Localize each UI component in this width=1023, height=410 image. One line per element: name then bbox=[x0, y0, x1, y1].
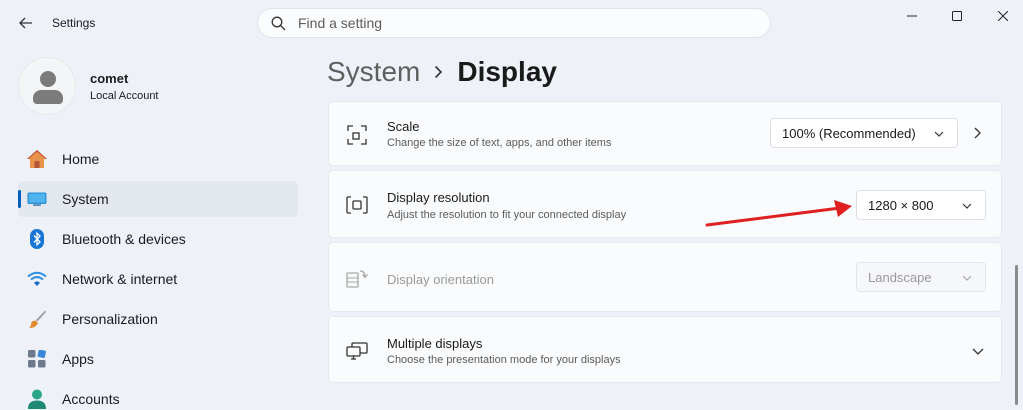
user-profile[interactable]: comet Local Account bbox=[18, 56, 159, 116]
orientation-dropdown: Landscape bbox=[856, 262, 986, 292]
chevron-right-icon[interactable] bbox=[970, 126, 984, 140]
scale-title: Scale bbox=[387, 119, 420, 134]
bluetooth-icon bbox=[26, 228, 48, 250]
wifi-icon bbox=[26, 268, 48, 290]
scrollbar[interactable] bbox=[1015, 265, 1018, 405]
scale-description: Change the size of text, apps, and other… bbox=[387, 137, 612, 149]
breadcrumb-parent[interactable]: System bbox=[327, 56, 420, 88]
breadcrumb: System Display bbox=[327, 56, 557, 88]
maximize-button[interactable] bbox=[934, 0, 980, 32]
multiple-displays-icon bbox=[345, 339, 369, 363]
sidebar-item-home[interactable]: Home bbox=[18, 141, 298, 177]
sidebar-item-label: System bbox=[62, 191, 109, 207]
resolution-value: 1280 × 800 bbox=[868, 197, 934, 213]
brush-icon bbox=[26, 308, 48, 330]
multiple-displays-description: Choose the presentation mode for your di… bbox=[387, 354, 621, 366]
orientation-card: Display orientation Landscape bbox=[328, 242, 1002, 312]
sidebar-item-label: Accounts bbox=[62, 391, 120, 407]
scale-value: 100% (Recommended) bbox=[782, 125, 916, 141]
sidebar-item-label: Home bbox=[62, 151, 100, 167]
orientation-icon bbox=[345, 266, 369, 290]
apps-icon bbox=[26, 348, 48, 370]
sidebar-item-network[interactable]: Network & internet bbox=[18, 261, 298, 297]
accounts-icon bbox=[26, 388, 48, 410]
sidebar-item-bluetooth[interactable]: Bluetooth & devices bbox=[18, 221, 298, 257]
sidebar-item-label: Network & internet bbox=[62, 271, 178, 287]
close-button[interactable] bbox=[980, 0, 1023, 32]
home-icon bbox=[26, 148, 48, 170]
annotation-arrow bbox=[705, 200, 852, 227]
multiple-displays-card[interactable]: Multiple displays Choose the presentatio… bbox=[328, 316, 1002, 383]
chevron-down-icon bbox=[961, 272, 973, 284]
sidebar-nav: Home System Bluetooth & devices Network … bbox=[18, 141, 298, 410]
chevron-down-icon[interactable] bbox=[971, 344, 985, 358]
app-title: Settings bbox=[52, 16, 96, 30]
sidebar-item-label: Personalization bbox=[62, 311, 158, 327]
maximize-icon bbox=[952, 11, 962, 21]
resolution-icon bbox=[345, 193, 369, 217]
chevron-right-icon bbox=[434, 65, 443, 79]
sidebar-item-accounts[interactable]: Accounts bbox=[18, 381, 298, 410]
back-button[interactable] bbox=[14, 12, 38, 34]
close-icon bbox=[998, 11, 1008, 21]
resolution-description: Adjust the resolution to fit your connec… bbox=[387, 209, 627, 221]
user-name: comet bbox=[90, 70, 129, 86]
avatar bbox=[18, 57, 76, 115]
sidebar-item-label: Apps bbox=[62, 351, 94, 367]
scale-card[interactable]: Scale Change the size of text, apps, and… bbox=[328, 101, 1002, 166]
orientation-title: Display orientation bbox=[387, 272, 494, 287]
search-icon bbox=[270, 15, 286, 31]
search-input[interactable] bbox=[298, 15, 718, 31]
sidebar-item-label: Bluetooth & devices bbox=[62, 231, 186, 247]
title-bar: Settings bbox=[0, 0, 1023, 46]
scale-icon bbox=[345, 123, 369, 147]
minimize-button[interactable] bbox=[889, 0, 935, 32]
chevron-down-icon bbox=[933, 128, 945, 140]
system-icon bbox=[26, 188, 48, 210]
multiple-displays-title: Multiple displays bbox=[387, 336, 483, 351]
page-title: Display bbox=[457, 56, 557, 87]
chevron-down-icon bbox=[961, 200, 973, 212]
sidebar-item-personalization[interactable]: Personalization bbox=[18, 301, 298, 337]
resolution-title: Display resolution bbox=[387, 190, 490, 205]
sidebar-item-system[interactable]: System bbox=[18, 181, 298, 217]
orientation-value: Landscape bbox=[868, 269, 932, 285]
resolution-dropdown[interactable]: 1280 × 800 bbox=[856, 190, 986, 220]
scale-dropdown[interactable]: 100% (Recommended) bbox=[770, 118, 958, 148]
account-type: Local Account bbox=[90, 89, 159, 102]
back-arrow-icon bbox=[19, 17, 32, 29]
resolution-card: Display resolution Adjust the resolution… bbox=[328, 170, 1002, 238]
search-box[interactable] bbox=[257, 8, 771, 38]
sidebar-item-apps[interactable]: Apps bbox=[18, 341, 298, 377]
minimize-icon bbox=[907, 15, 917, 17]
